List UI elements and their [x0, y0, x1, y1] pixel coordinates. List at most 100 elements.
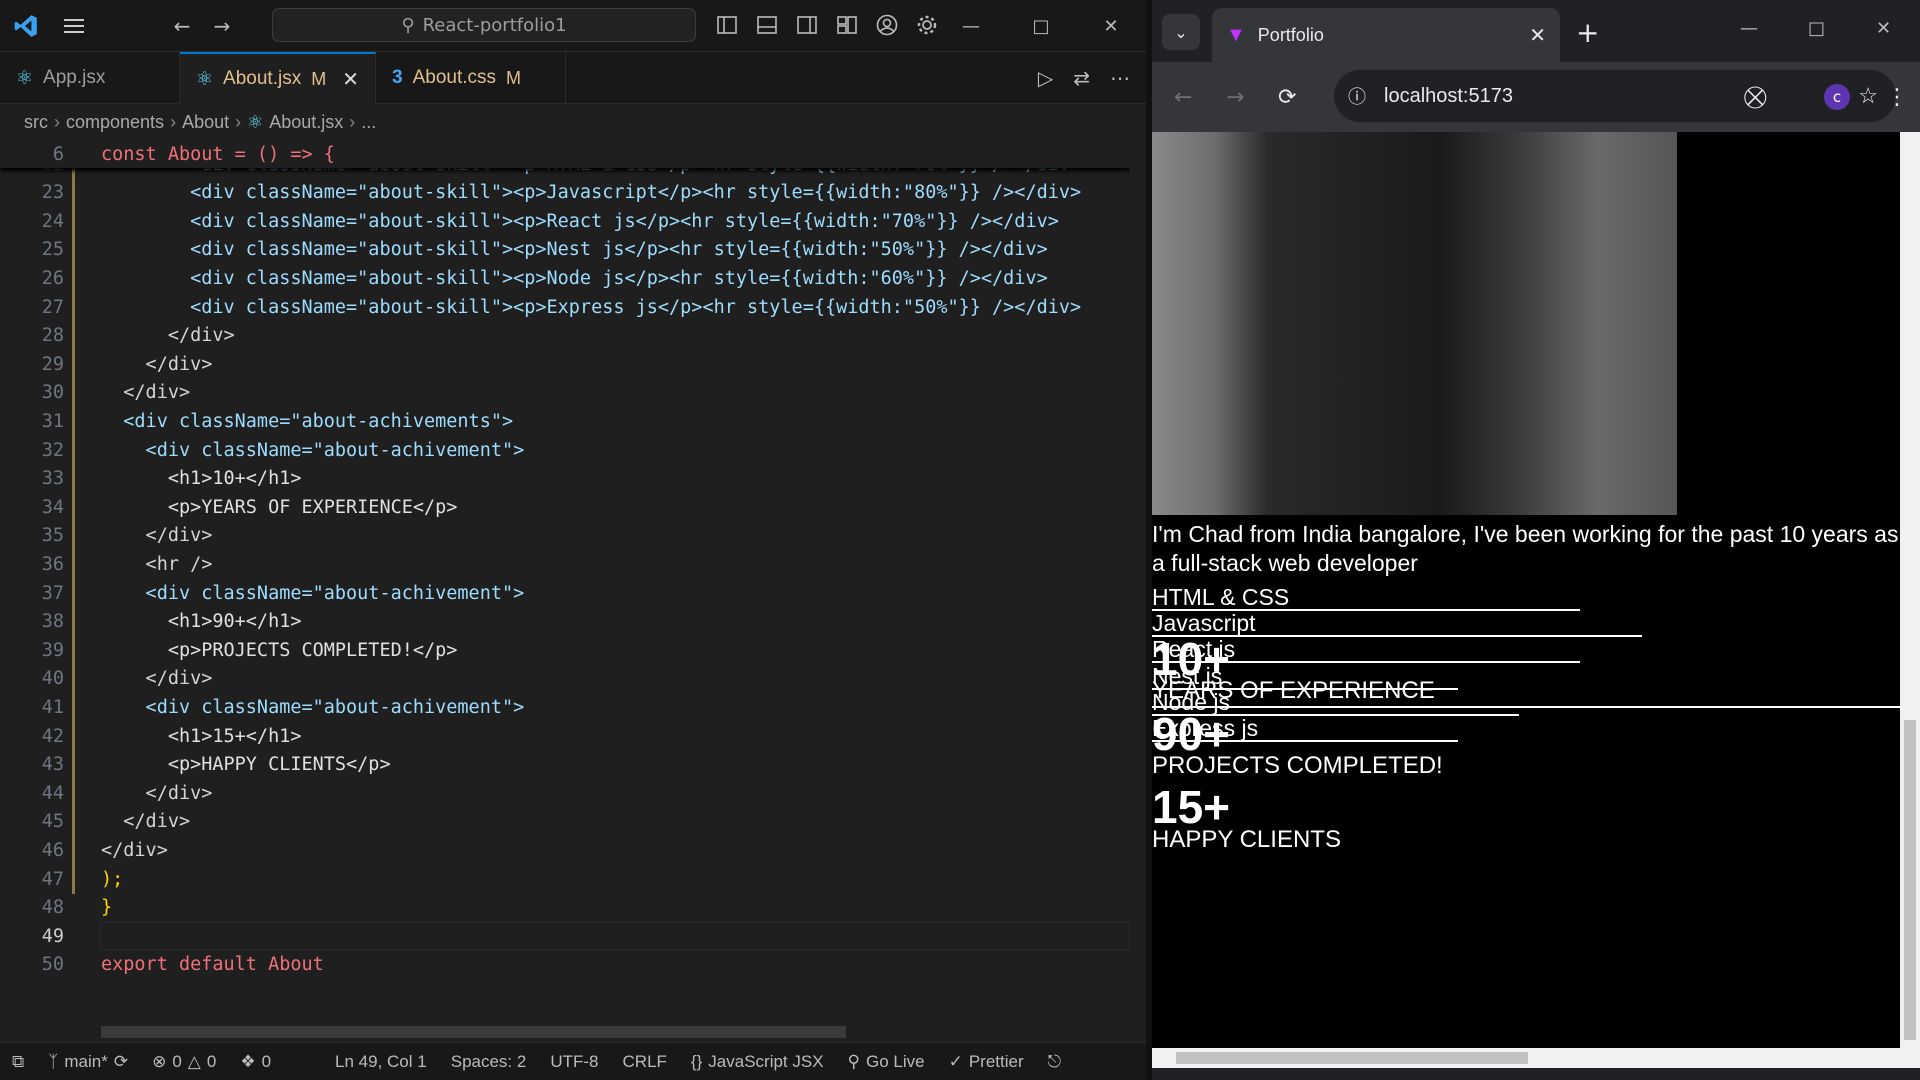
forward-arrow-icon[interactable]: →: [202, 14, 242, 38]
close-tab-icon[interactable]: ✕: [1529, 23, 1546, 48]
line-ending[interactable]: CRLF: [611, 1052, 679, 1072]
code-row[interactable]: 39 <p>PROJECTS COMPLETED!</p>: [0, 636, 1130, 666]
code-row[interactable]: 25 <div className="about-skill"><p>Nest …: [0, 235, 1130, 265]
line-number: 30: [41, 382, 64, 404]
code-row[interactable]: 35 </div>: [0, 521, 1130, 551]
prettier-status[interactable]: ✓ Prettier: [937, 1052, 1036, 1072]
code-row[interactable]: 38 <h1>90+</h1>: [0, 607, 1130, 637]
more-actions-icon[interactable]: ⋯: [1110, 66, 1130, 90]
line-number: 28: [41, 325, 64, 347]
code-editor[interactable]: 6 const About = () => { 22 <div classNam…: [0, 140, 1130, 1038]
tab-about-jsx[interactable]: ⚛ About.jsx M ✕: [180, 52, 376, 104]
intro-text: I'm Chad from India bangalore, I've been…: [1152, 521, 1899, 576]
code-row[interactable]: 34 <p>YEARS OF EXPERIENCE</p>: [0, 493, 1130, 523]
notifications-bell-icon[interactable]: ⎋: [1036, 1052, 1073, 1072]
maximize-icon[interactable]: □: [1808, 18, 1825, 39]
source-control-compare-icon[interactable]: ⇄: [1073, 66, 1090, 90]
code-row[interactable]: 26 <div className="about-skill"><p>Node …: [0, 264, 1130, 294]
code-row[interactable]: 49: [0, 922, 1130, 951]
tab-app-jsx[interactable]: ⚛ App.jsx: [0, 52, 180, 104]
menu-icon[interactable]: [52, 0, 96, 52]
browser-tab-portfolio[interactable]: ▼ Portfolio ✕: [1212, 8, 1560, 62]
vscode-logo-icon[interactable]: [0, 0, 52, 52]
code-row[interactable]: 32 <div className="about-achivement">: [0, 436, 1130, 465]
code-line: <p>PROJECTS COMPLETED!</p>: [101, 639, 458, 661]
page-vertical-scroll-thumb[interactable]: [1904, 720, 1916, 1040]
toggle-sidebar-icon[interactable]: [712, 10, 742, 40]
line-number: 41: [41, 696, 64, 718]
close-icon[interactable]: ✕: [1076, 0, 1146, 52]
accounts-icon[interactable]: [872, 10, 902, 40]
extensions-icon[interactable]: ⛒: [1744, 85, 1766, 110]
customize-layout-icon[interactable]: [832, 10, 862, 40]
bookmark-star-icon[interactable]: ☆: [1858, 83, 1878, 109]
line-number: 24: [41, 210, 64, 232]
tab-label: About.css: [412, 67, 497, 88]
site-info-icon[interactable]: ⓘ: [1348, 83, 1366, 109]
minimize-icon[interactable]: —: [1740, 18, 1758, 39]
cursor-position[interactable]: Ln 49, Col 1: [323, 1052, 439, 1072]
achievement-label: HAPPY CLIENTS: [1152, 826, 1341, 853]
encoding[interactable]: UTF-8: [538, 1052, 610, 1072]
code-row[interactable]: 40 </div>: [0, 664, 1130, 694]
breadcrumb-item[interactable]: src: [24, 112, 48, 133]
tab-about-css[interactable]: 3 About.css M: [376, 52, 566, 104]
modified-gutter-marker: [72, 521, 75, 551]
address-bar[interactable]: ⓘ localhost:5173 ☆: [1334, 70, 1896, 122]
code-row[interactable]: 41 <div className="about-achivement">: [0, 693, 1130, 723]
sticky-scroll-line[interactable]: 6 const About = () => {: [0, 140, 1130, 168]
problems-indicator[interactable]: ⊗ 0 △ 0: [140, 1052, 228, 1072]
page-horizontal-scroll-thumb[interactable]: [1176, 1052, 1528, 1064]
toggle-panel-icon[interactable]: [752, 10, 782, 40]
code-row[interactable]: 24 <div className="about-skill"><p>React…: [0, 207, 1130, 237]
ports-indicator[interactable]: ❖ 0: [228, 1052, 283, 1072]
code-row[interactable]: 36 <hr />: [0, 550, 1130, 580]
code-row[interactable]: 45 </div>: [0, 807, 1130, 837]
run-icon[interactable]: ▷: [1038, 66, 1053, 90]
go-live-button[interactable]: ⚲ Go Live: [836, 1052, 937, 1072]
code-row[interactable]: 27 <div className="about-skill"><p>Expre…: [0, 293, 1130, 322]
breadcrumb-item[interactable]: About: [182, 112, 229, 133]
close-tab-icon[interactable]: ✕: [342, 67, 359, 92]
more-menu-icon[interactable]: ⋮: [1886, 85, 1908, 110]
command-search-box[interactable]: ⚲ React-portfolio1: [272, 8, 696, 42]
code-row[interactable]: 33 <h1>10+</h1>: [0, 464, 1130, 494]
back-arrow-icon[interactable]: ←: [162, 14, 202, 38]
code-row[interactable]: 46 </div>: [0, 836, 1130, 866]
code-row[interactable]: 43 <p>HAPPY CLIENTS</p>: [0, 750, 1130, 780]
remote-indicator-icon[interactable]: ⧉: [0, 1051, 37, 1072]
tab-search-icon[interactable]: ⌄: [1162, 14, 1200, 50]
back-arrow-icon[interactable]: ←: [1174, 85, 1192, 110]
broadcast-icon: ❖: [240, 1051, 256, 1071]
new-tab-icon[interactable]: +: [1576, 16, 1599, 49]
breadcrumb-item[interactable]: components: [66, 112, 164, 133]
code-row[interactable]: 30 </div>: [0, 378, 1130, 408]
code-row[interactable]: 48}: [0, 894, 1130, 922]
code-row[interactable]: 50 export default About: [0, 951, 1130, 979]
code-row[interactable]: 44 </div>: [0, 779, 1130, 809]
modified-gutter-marker: [72, 636, 75, 666]
indentation[interactable]: Spaces: 2: [439, 1052, 539, 1072]
avatar[interactable]: c: [1824, 84, 1850, 110]
editor-horizontal-scrollbar[interactable]: [101, 1026, 846, 1038]
code-row[interactable]: 31 <div className="about-achivements">: [0, 407, 1130, 437]
line-number: 34: [41, 496, 64, 518]
language-mode[interactable]: {} JavaScript JSX: [679, 1052, 836, 1072]
forward-arrow-icon[interactable]: →: [1226, 85, 1244, 110]
breadcrumb-item[interactable]: ...: [361, 112, 376, 133]
maximize-icon[interactable]: □: [1006, 0, 1076, 52]
close-icon[interactable]: ✕: [1876, 18, 1891, 39]
branch-indicator[interactable]: ᛉ main* ⟳: [36, 1052, 140, 1072]
reload-icon[interactable]: ⟳: [1278, 85, 1296, 110]
code-row[interactable]: 23 <div className="about-skill"><p>Javas…: [0, 178, 1130, 208]
minimize-icon[interactable]: —: [936, 0, 1006, 52]
code-row[interactable]: 28 </div>: [0, 321, 1130, 351]
code-line: <h1>90+</h1>: [101, 611, 302, 633]
breadcrumb-item[interactable]: About.jsx: [269, 112, 343, 133]
toggle-secondary-sidebar-icon[interactable]: [792, 10, 822, 40]
code-row[interactable]: 29 </div>: [0, 350, 1130, 380]
code-row[interactable]: 47);: [0, 865, 1130, 894]
code-row[interactable]: 37 <div className="about-achivement">: [0, 579, 1130, 608]
line-number: 33: [41, 468, 64, 490]
code-row[interactable]: 42 <h1>15+</h1>: [0, 722, 1130, 751]
